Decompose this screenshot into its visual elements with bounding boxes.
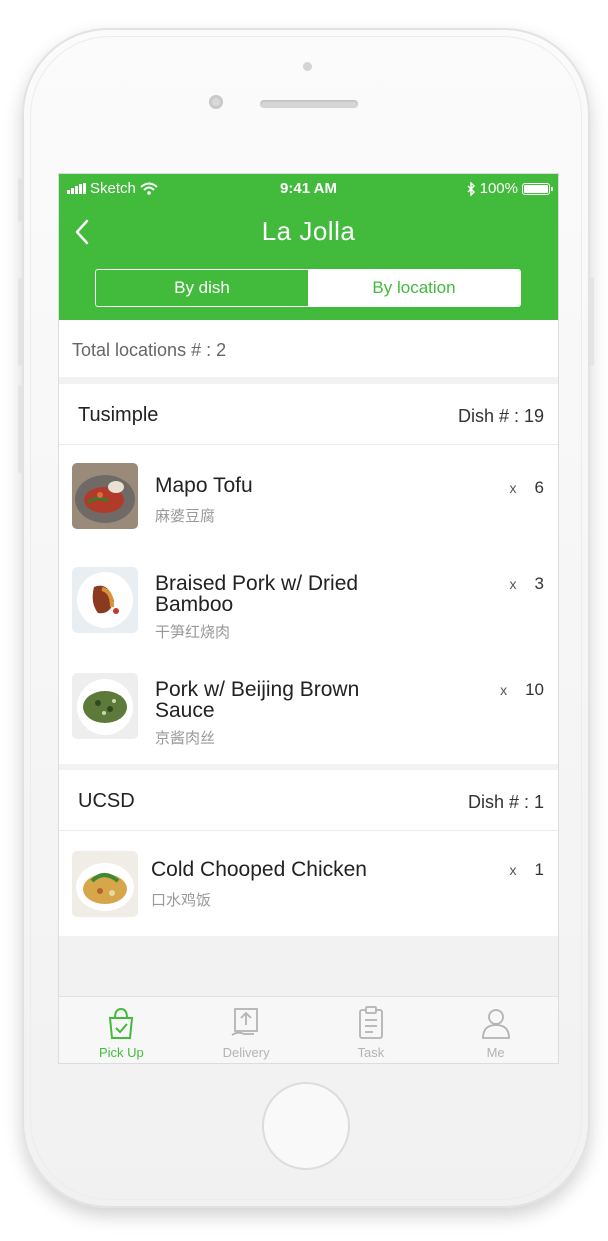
view-segmented-control: By dish By location [95,269,521,307]
list-item[interactable]: Braised Pork w/ Dried Bamboo 干笋红烧肉 x3 [59,551,558,657]
dish-quantity: x6 [510,478,544,498]
segment-by-location[interactable]: By location [308,270,520,306]
times-sign: x [500,682,508,698]
list-item[interactable]: Pork w/ Beijing Brown Sauce 京酱肉丝 x 10 [59,657,558,763]
group-dish-count: Dish # : 1 [467,792,544,812]
dish-name: Pork w/ Beijing Brown Sauce [155,678,360,722]
power-button [590,278,594,366]
tab-pick-up[interactable]: Pick Up [59,997,184,1063]
location-group-ucsd: UCSD Dish # : 1 Cold Chooped Chicken 口水鸡… [59,770,558,936]
clipboard-icon [358,1006,383,1039]
volume-down-button [18,385,22,473]
group-header: Tusimple Dish # : 19 [59,384,558,445]
status-right: 100% [467,180,553,197]
quantity-value: 10 [525,680,544,699]
app-screen: Sketch 9:41 AM 100% La Jolla By dish By … [58,173,559,1064]
tab-label: Me [486,1045,505,1060]
dish-name: Cold Chooped Chicken [151,858,367,881]
dish-quantity: x3 [510,574,544,594]
mute-switch [18,178,22,222]
bluetooth-icon [467,181,475,196]
tab-label: Task [357,1045,385,1060]
pickup-bag-icon [109,1007,134,1039]
dish-name: Mapo Tofu [155,474,253,497]
group-dish-count: Dish # : 19 [457,406,544,426]
volume-up-button [18,278,22,366]
user-icon [481,1009,510,1039]
dish-chinese-name: 京酱肉丝 [155,730,216,747]
list-item[interactable]: Cold Chooped Chicken 口水鸡饭 x1 [59,831,558,937]
tab-me[interactable]: Me [433,997,558,1063]
dish-name: Braised Pork w/ Dried Bamboo [155,572,359,616]
quantity-value: 6 [534,478,544,497]
location-group-tusimple: Tusimple Dish # : 19 Mapo Tofu 麻婆豆腐 x6 B… [59,384,558,764]
nav-header: Sketch 9:41 AM 100% La Jolla By dish By … [59,174,558,320]
quantity-value: 3 [534,574,544,593]
list-item[interactable]: Mapo Tofu 麻婆豆腐 x6 [59,445,558,551]
page-title: La Jolla [261,216,356,246]
earpiece-speaker [260,100,358,108]
status-bar: Sketch 9:41 AM 100% [59,180,558,198]
dish-quantity: x1 [510,860,544,880]
tab-label: Delivery [222,1045,270,1060]
summary-bar: Total locations # : 2 [59,320,558,377]
total-locations-label: Total locations # : 2 [72,340,227,360]
dish-photo [72,567,138,633]
tab-label: Pick Up [98,1045,144,1060]
dish-photo [72,673,138,739]
delivery-box-icon [231,1008,259,1036]
group-header: UCSD Dish # : 1 [59,770,558,831]
front-camera [209,95,223,109]
dish-photo [72,463,138,529]
dish-quantity: x 10 [500,680,544,700]
proximity-sensor [303,62,312,71]
times-sign: x [509,480,517,496]
quantity-value: 1 [534,860,544,879]
battery-fill [524,184,548,193]
times-sign: x [509,862,517,878]
bottom-tab-bar: Pick Up Delivery Task Me [59,996,558,1063]
battery-icon [522,182,553,195]
tab-delivery[interactable]: Delivery [184,997,309,1063]
dish-chinese-name: 干笋红烧肉 [155,624,231,641]
battery-percent: 100% [479,180,518,197]
dish-chinese-name: 麻婆豆腐 [155,508,216,525]
times-sign: x [509,576,517,592]
segment-by-dish[interactable]: By dish [96,270,308,306]
tab-task[interactable]: Task [309,997,434,1063]
home-button[interactable] [262,1082,350,1170]
dish-chinese-name: 口水鸡饭 [151,892,212,909]
group-name: Tusimple [78,404,159,426]
dish-photo [72,851,138,917]
group-name: UCSD [78,790,135,812]
